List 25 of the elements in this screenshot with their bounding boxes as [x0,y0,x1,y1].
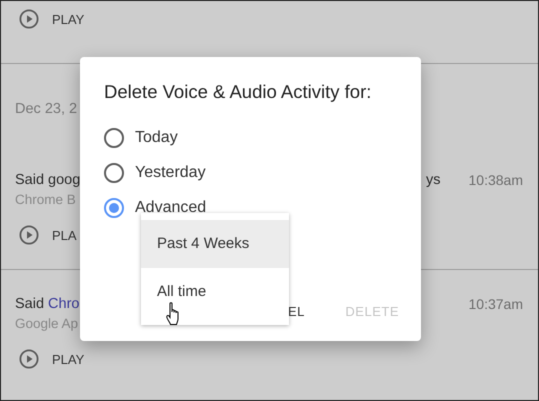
play-link[interactable]: PLA [52,228,77,242]
cancel-button[interactable]: EL [288,304,305,319]
activity-time: 10:37am [468,296,523,312]
play-icon[interactable] [19,225,39,245]
radio-button[interactable] [104,162,124,182]
radio-label[interactable]: Yesterday [135,164,206,182]
activity-title: Said goog [15,172,80,188]
radio-label[interactable]: Advanced [135,198,206,216]
activity-title: Said Chro [15,296,80,312]
radio-label[interactable]: Today [135,128,178,146]
play-link[interactable]: PLAY [52,352,84,366]
activity-source: Google Ap [15,315,78,333]
menu-item[interactable]: Past 4 Weeks [141,220,289,268]
query-link[interactable]: Chro [48,296,80,312]
play-link[interactable]: PLAY [52,12,84,26]
activity-source: Chrome B [15,191,76,209]
date-heading: Dec 23, 2 [15,100,78,119]
menu-item[interactable]: All time [141,268,289,316]
radio-button[interactable] [104,128,124,148]
play-icon[interactable] [19,9,39,29]
dialog-title: Delete Voice & Audio Activity for: [104,81,372,103]
activity-time: 10:38am [468,172,523,188]
play-icon[interactable] [19,349,39,369]
activity-title-end: ys [426,172,441,188]
radio-button[interactable] [104,198,124,218]
